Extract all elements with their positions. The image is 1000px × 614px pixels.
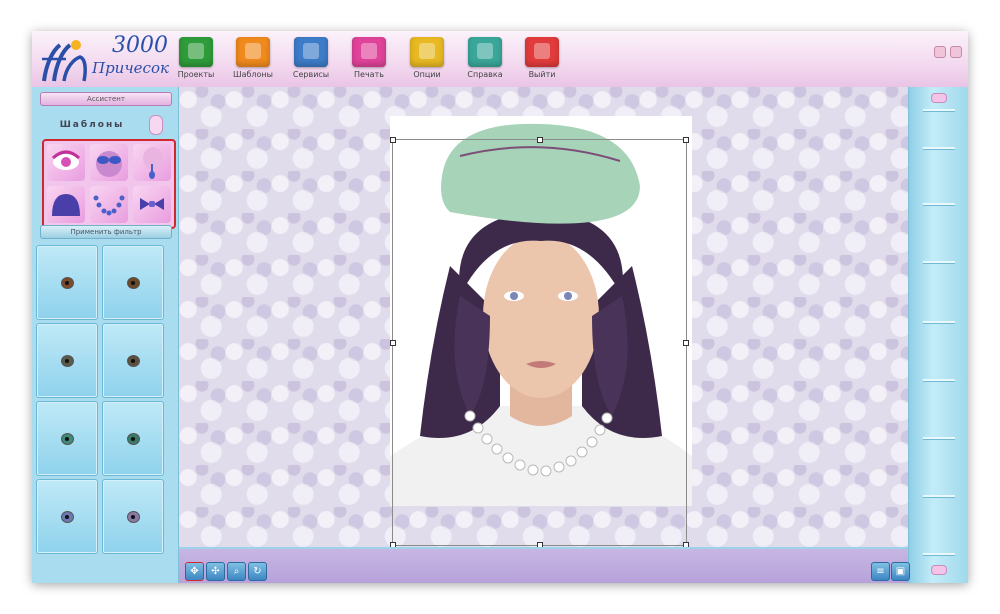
minimize-button[interactable] bbox=[934, 46, 946, 58]
image-view-icon: ▣ bbox=[895, 566, 906, 577]
panel-divider bbox=[923, 553, 955, 555]
app-window: 3000 Причесок Проекты Шаблоны Сервисы Пе… bbox=[32, 31, 968, 583]
toolbar-services-button[interactable]: Сервисы bbox=[283, 37, 339, 79]
template-eye-makeup[interactable] bbox=[47, 144, 85, 181]
selection-frame[interactable] bbox=[390, 137, 689, 547]
hat-icon bbox=[52, 194, 80, 216]
eye-option[interactable] bbox=[36, 479, 98, 554]
exit-icon bbox=[534, 43, 550, 59]
eye-option[interactable] bbox=[102, 323, 164, 398]
help-icon bbox=[477, 43, 493, 59]
resize-handle[interactable] bbox=[683, 137, 689, 143]
eye-icon bbox=[127, 433, 140, 445]
templates-icon bbox=[245, 43, 261, 59]
eye-color-grid bbox=[36, 245, 166, 581]
earring-icon bbox=[143, 147, 163, 179]
list-view-icon: ≡ bbox=[876, 566, 885, 577]
eye-icon bbox=[61, 433, 74, 445]
toolbar-projects-button[interactable]: Проекты bbox=[168, 37, 224, 79]
services-icon bbox=[303, 43, 319, 59]
eye-option[interactable] bbox=[36, 245, 98, 320]
pan-icon: ✣ bbox=[211, 566, 220, 577]
logo-mark-icon bbox=[42, 40, 87, 82]
glasses-icon bbox=[96, 151, 122, 177]
eye-option[interactable] bbox=[36, 401, 98, 476]
bow-tie-icon bbox=[140, 198, 164, 210]
templates-grid bbox=[42, 139, 176, 229]
zoom-tool-button[interactable]: ⌕ bbox=[227, 562, 246, 581]
template-bow-tie[interactable] bbox=[133, 186, 171, 223]
panel-divider bbox=[923, 321, 955, 323]
eye-icon bbox=[127, 277, 140, 289]
eye-icon bbox=[127, 355, 140, 367]
eye-icon bbox=[61, 511, 74, 523]
options-icon bbox=[419, 43, 435, 59]
panel-divider bbox=[923, 495, 955, 497]
templates-title: Шаблоны bbox=[59, 120, 125, 130]
resize-handle[interactable] bbox=[537, 137, 543, 143]
templates-scroll-arrows[interactable] bbox=[149, 115, 163, 135]
template-earring[interactable] bbox=[133, 144, 171, 181]
eye-icon bbox=[61, 277, 74, 289]
panel-divider bbox=[923, 379, 955, 381]
pan-tool-button[interactable]: ✣ bbox=[206, 562, 225, 581]
scroll-down-button[interactable] bbox=[931, 565, 947, 575]
logo-text: Причесок bbox=[92, 59, 169, 77]
panel-divider bbox=[923, 261, 955, 263]
eye-makeup-icon bbox=[51, 150, 81, 170]
apply-filter-button[interactable]: Применить фильтр bbox=[40, 225, 172, 239]
app-logo: 3000 Причесок bbox=[36, 33, 176, 85]
eye-option[interactable] bbox=[102, 479, 164, 554]
right-panel bbox=[908, 87, 968, 583]
panel-divider bbox=[923, 437, 955, 439]
window-controls bbox=[930, 43, 962, 62]
toolbar-print-button[interactable]: Печать bbox=[341, 37, 397, 79]
toolbar-templates-button[interactable]: Шаблоны bbox=[225, 37, 281, 79]
editing-canvas[interactable] bbox=[179, 87, 908, 547]
left-panel: Ассистент Шаблоны Применить фильтр bbox=[32, 87, 179, 583]
toolbar-exit-button[interactable]: Выйти bbox=[514, 37, 570, 79]
eye-option[interactable] bbox=[102, 245, 164, 320]
toolbar-help-button[interactable]: Справка bbox=[457, 37, 513, 79]
rotate-tool-button[interactable]: ↻ bbox=[248, 562, 267, 581]
eye-option[interactable] bbox=[36, 323, 98, 398]
eye-option[interactable] bbox=[102, 401, 164, 476]
projects-icon bbox=[188, 43, 204, 59]
eye-icon bbox=[61, 355, 74, 367]
move-tool-button[interactable]: ✥ bbox=[185, 562, 204, 581]
template-hat[interactable] bbox=[47, 186, 85, 223]
template-glasses[interactable] bbox=[90, 144, 128, 181]
bottom-toolbar: ✥ ✣ ⌕ ↻ ≡ ▣ bbox=[179, 547, 910, 583]
logo-number: 3000 bbox=[112, 33, 168, 58]
necklace-icon bbox=[93, 195, 125, 216]
eye-icon bbox=[127, 511, 140, 523]
template-necklace[interactable] bbox=[90, 186, 128, 223]
image-view-button[interactable]: ▣ bbox=[891, 562, 910, 581]
panel-divider bbox=[923, 147, 955, 149]
zoom-icon: ⌕ bbox=[233, 566, 240, 577]
list-view-button[interactable]: ≡ bbox=[871, 562, 890, 581]
resize-handle[interactable] bbox=[390, 340, 396, 346]
resize-handle[interactable] bbox=[390, 137, 396, 143]
rotate-icon: ↻ bbox=[253, 566, 262, 577]
toolbar-options-button[interactable]: Опции bbox=[399, 37, 455, 79]
print-icon bbox=[361, 43, 377, 59]
scroll-up-button[interactable] bbox=[931, 93, 947, 103]
panel-divider bbox=[923, 203, 955, 205]
resize-handle[interactable] bbox=[683, 340, 689, 346]
move-icon: ✥ bbox=[190, 566, 199, 577]
close-button[interactable] bbox=[950, 46, 962, 58]
panel-divider bbox=[923, 109, 955, 111]
assistant-button[interactable]: Ассистент bbox=[40, 92, 172, 106]
top-toolbar: 3000 Причесок Проекты Шаблоны Сервисы Пе… bbox=[32, 31, 968, 88]
